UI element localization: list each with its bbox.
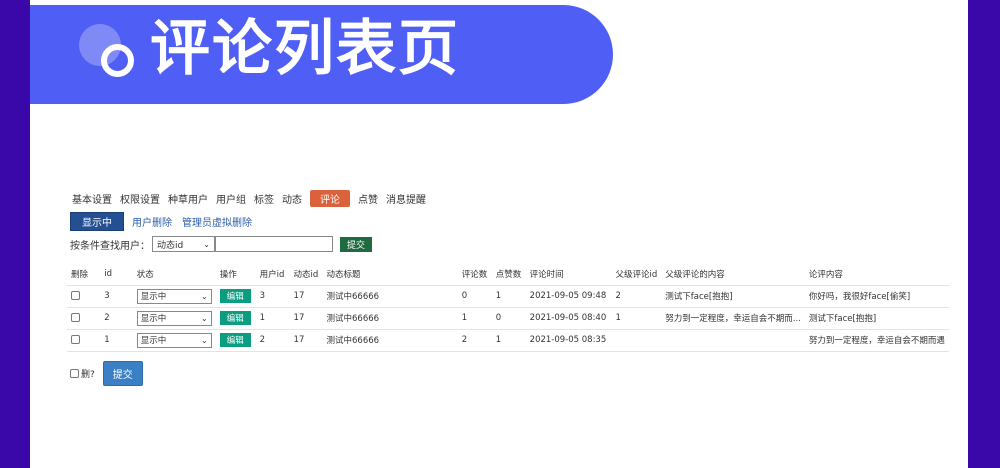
submit-button[interactable]: 提交 bbox=[102, 361, 143, 386]
search-field-select[interactable]: 动态id ⌄ bbox=[152, 236, 215, 252]
cell-dynamic-id: 17 bbox=[289, 285, 323, 308]
row-status-select[interactable]: 显示中 ⌄ bbox=[136, 332, 212, 348]
ring-icon bbox=[101, 44, 134, 77]
filter-tabs: 显示中 用户删除 管理员虚拟删除 bbox=[70, 211, 262, 231]
select-all-delete-checkbox[interactable] bbox=[70, 369, 79, 378]
cell-user-id: 3 bbox=[255, 285, 290, 308]
cell-dynamic-id: 17 bbox=[289, 329, 323, 352]
chevron-down-icon: ⌄ bbox=[201, 291, 208, 301]
row-status-select[interactable]: 显示中 ⌄ bbox=[136, 288, 212, 304]
nav-item-dynamics[interactable]: 动态 bbox=[282, 191, 302, 206]
row-status-select[interactable]: 显示中 ⌄ bbox=[136, 310, 212, 326]
cell-like-count: 1 bbox=[491, 285, 526, 308]
table-row: 3 显示中 ⌄ 编辑 3 17 测试中66666 0 1 2021-09-05 0… bbox=[67, 285, 949, 308]
footer-actions: 删? 提交 bbox=[70, 361, 143, 386]
cell-parent-content: 测试下face[抱抱] bbox=[661, 285, 805, 308]
cell-comment-count: 1 bbox=[457, 307, 492, 330]
nav-item-basic-settings[interactable]: 基本设置 bbox=[72, 191, 112, 206]
cell-parent-id: 1 bbox=[611, 307, 662, 330]
cell-comment-time: 2021-09-05 08:35 bbox=[525, 329, 612, 352]
search-bar: 按条件查找用户： 动态id ⌄ 提交 bbox=[70, 236, 373, 252]
column-header-dynamic-title: 动态标题 bbox=[322, 264, 458, 286]
row-status-value: 显示中 bbox=[140, 336, 167, 346]
cell-id: 3 bbox=[100, 285, 133, 308]
cell-content: 测试下face[抱抱] bbox=[804, 307, 949, 330]
cell-id: 2 bbox=[100, 307, 133, 330]
cell-comment-count: 2 bbox=[457, 329, 492, 352]
cell-like-count: 1 bbox=[491, 329, 526, 352]
row-delete-checkbox[interactable] bbox=[71, 291, 80, 300]
cell-dynamic-id: 17 bbox=[289, 307, 323, 330]
cell-comment-time: 2021-09-05 08:40 bbox=[525, 307, 612, 330]
nav-item-tags[interactable]: 标签 bbox=[254, 191, 274, 206]
column-header-dynamic-id: 动态id bbox=[289, 264, 323, 286]
cell-parent-id: 2 bbox=[611, 285, 662, 308]
edit-button[interactable]: 编辑 bbox=[219, 333, 251, 347]
cell-user-id: 2 bbox=[255, 329, 290, 352]
edit-button[interactable]: 编辑 bbox=[219, 311, 251, 325]
column-header-parent-id: 父级评论id bbox=[611, 264, 662, 286]
cell-dynamic-title: 测试中66666 bbox=[322, 307, 458, 330]
nav-item-comments[interactable]: 评论 bbox=[310, 189, 350, 207]
search-label: 按条件查找用户： bbox=[70, 240, 150, 252]
cell-id: 1 bbox=[100, 329, 133, 352]
chevron-down-icon: ⌄ bbox=[203, 239, 210, 249]
comments-table: 删除 id 状态 操作 用户id 动态id 动态标题 评论数 点赞数 评论时间 … bbox=[67, 264, 949, 352]
top-nav: 基本设置 权限设置 种草用户 用户组 标签 动态 评论 点赞 消息提醒 bbox=[72, 189, 434, 207]
column-header-parent-content: 父级评论的内容 bbox=[661, 264, 805, 286]
column-header-action: 操作 bbox=[215, 264, 256, 286]
nav-item-user-groups[interactable]: 用户组 bbox=[216, 191, 246, 206]
column-header-comment-count: 评论数 bbox=[457, 264, 492, 286]
nav-item-notifications[interactable]: 消息提醒 bbox=[386, 191, 426, 206]
row-delete-checkbox[interactable] bbox=[71, 313, 80, 322]
edit-button[interactable]: 编辑 bbox=[219, 289, 251, 303]
chevron-down-icon: ⌄ bbox=[201, 313, 208, 323]
search-field-value: 动态id bbox=[157, 240, 184, 251]
admin-deleted-link[interactable]: 管理员虚拟删除 bbox=[182, 214, 252, 229]
cell-parent-id bbox=[611, 329, 662, 352]
cell-like-count: 0 bbox=[491, 307, 526, 330]
row-status-value: 显示中 bbox=[140, 314, 167, 324]
row-delete-checkbox[interactable] bbox=[71, 335, 80, 344]
cell-dynamic-title: 测试中66666 bbox=[322, 329, 458, 352]
table-header-row: 删除 id 状态 操作 用户id 动态id 动态标题 评论数 点赞数 评论时间 … bbox=[67, 264, 949, 286]
banner-title: 评论列表页 bbox=[150, 14, 460, 84]
cell-parent-content bbox=[661, 329, 805, 352]
nav-item-likes[interactable]: 点赞 bbox=[358, 191, 378, 206]
row-status-value: 显示中 bbox=[140, 292, 167, 302]
cell-comment-count: 0 bbox=[457, 285, 492, 308]
cell-content: 你好吗，我很好face[偷笑] bbox=[804, 285, 949, 308]
cell-user-id: 1 bbox=[255, 307, 290, 330]
column-header-comment-time: 评论时间 bbox=[525, 264, 612, 286]
cell-dynamic-title: 测试中66666 bbox=[322, 285, 458, 308]
search-submit-button[interactable]: 提交 bbox=[340, 236, 373, 252]
cell-comment-time: 2021-09-05 09:48 bbox=[525, 285, 612, 308]
column-header-id: id bbox=[100, 264, 133, 286]
search-input[interactable] bbox=[215, 236, 333, 252]
column-header-status: 状态 bbox=[132, 264, 216, 286]
nav-item-seed-users[interactable]: 种草用户 bbox=[168, 191, 208, 206]
column-header-user-id: 用户id bbox=[255, 264, 290, 286]
user-deleted-link[interactable]: 用户删除 bbox=[132, 214, 172, 229]
showing-button[interactable]: 显示中 bbox=[70, 211, 124, 231]
column-header-delete: 删除 bbox=[67, 264, 101, 286]
chevron-down-icon: ⌄ bbox=[201, 335, 208, 345]
column-header-content: 论评内容 bbox=[804, 264, 949, 286]
cell-parent-content: 努力到一定程度，幸运自会不期而... bbox=[661, 307, 805, 330]
table-row: 2 显示中 ⌄ 编辑 1 17 测试中66666 1 0 2021-09-05 0… bbox=[67, 307, 949, 330]
nav-item-permission-settings[interactable]: 权限设置 bbox=[120, 191, 160, 206]
table-row: 1 显示中 ⌄ 编辑 2 17 测试中66666 2 1 2021-09-05 0… bbox=[67, 329, 949, 352]
delete-label: 删? bbox=[81, 370, 95, 380]
column-header-like-count: 点赞数 bbox=[491, 264, 526, 286]
cell-content: 努力到一定程度，幸运自会不期而遇 bbox=[804, 329, 949, 352]
